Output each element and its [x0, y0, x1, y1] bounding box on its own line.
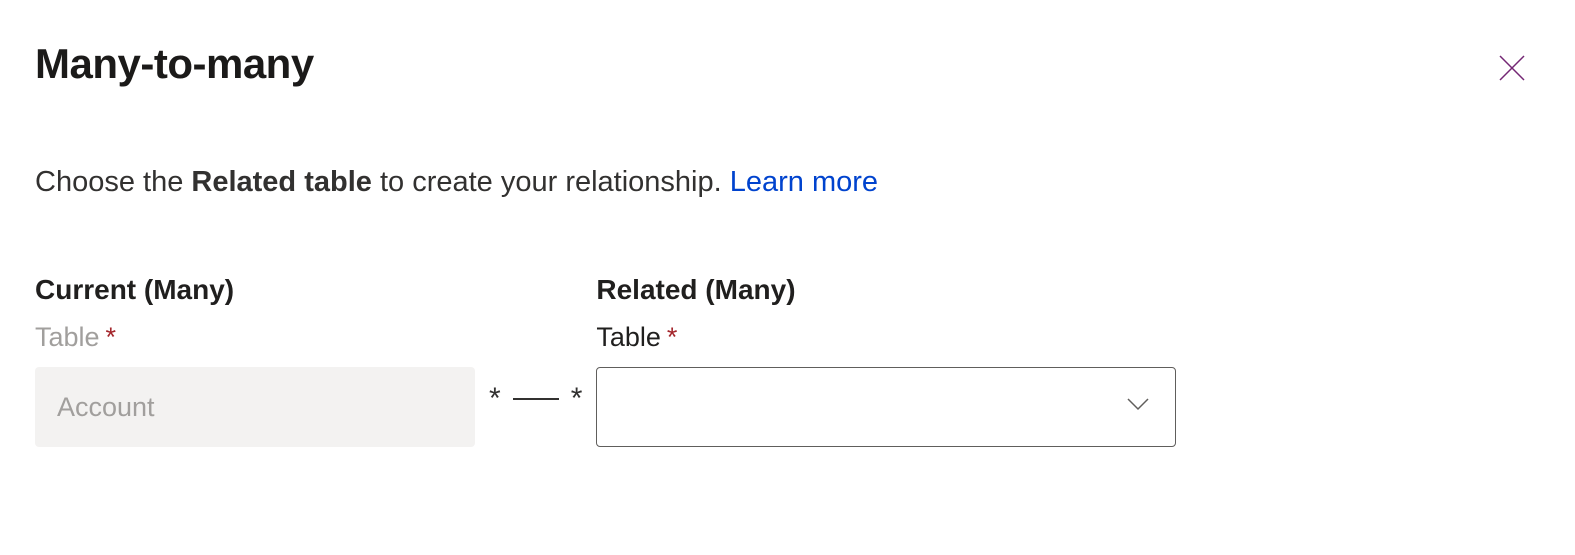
- current-table-column: Current (Many) Table* Account: [35, 274, 475, 447]
- learn-more-link[interactable]: Learn more: [730, 166, 878, 198]
- required-mark: *: [667, 322, 678, 352]
- related-table-select[interactable]: [596, 367, 1176, 447]
- related-table-column: Related (Many) Table*: [596, 274, 1176, 447]
- description-text: Choose the Related table to create your …: [35, 166, 1540, 199]
- required-mark: *: [106, 322, 117, 352]
- close-icon: [1496, 52, 1528, 84]
- connector-right-star: *: [571, 382, 583, 416]
- current-heading: Current (Many): [35, 274, 475, 306]
- current-table-input: Account: [35, 367, 475, 447]
- relationship-fields: Current (Many) Table* Account * * Relate…: [35, 274, 1540, 447]
- page-title: Many-to-many: [35, 40, 314, 88]
- chevron-down-icon: [1123, 389, 1153, 426]
- related-table-label-text: Table: [596, 322, 661, 352]
- connector-left-star: *: [489, 382, 501, 416]
- description-suffix: to create your relationship.: [372, 166, 730, 198]
- related-heading: Related (Many): [596, 274, 1176, 306]
- description-prefix: Choose the: [35, 166, 191, 198]
- description-bold: Related table: [191, 166, 372, 198]
- current-table-value: Account: [57, 392, 155, 423]
- related-table-label: Table*: [596, 322, 1176, 353]
- connector-line: [513, 398, 559, 400]
- current-table-label: Table*: [35, 322, 475, 353]
- current-table-label-text: Table: [35, 322, 100, 352]
- dialog-header: Many-to-many: [35, 40, 1540, 88]
- relationship-connector: * *: [489, 359, 582, 439]
- close-button[interactable]: [1494, 50, 1530, 86]
